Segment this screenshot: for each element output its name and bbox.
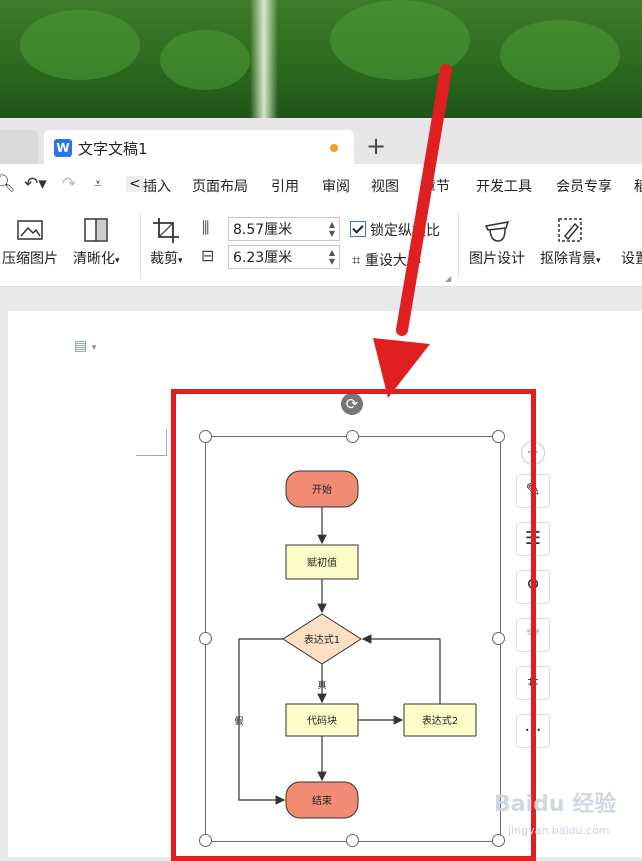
baidu-watermark-url: jingyan.baidu.com: [508, 824, 610, 837]
annotation-arrow: [373, 64, 452, 398]
baidu-watermark: Baidu 经验: [494, 792, 617, 817]
